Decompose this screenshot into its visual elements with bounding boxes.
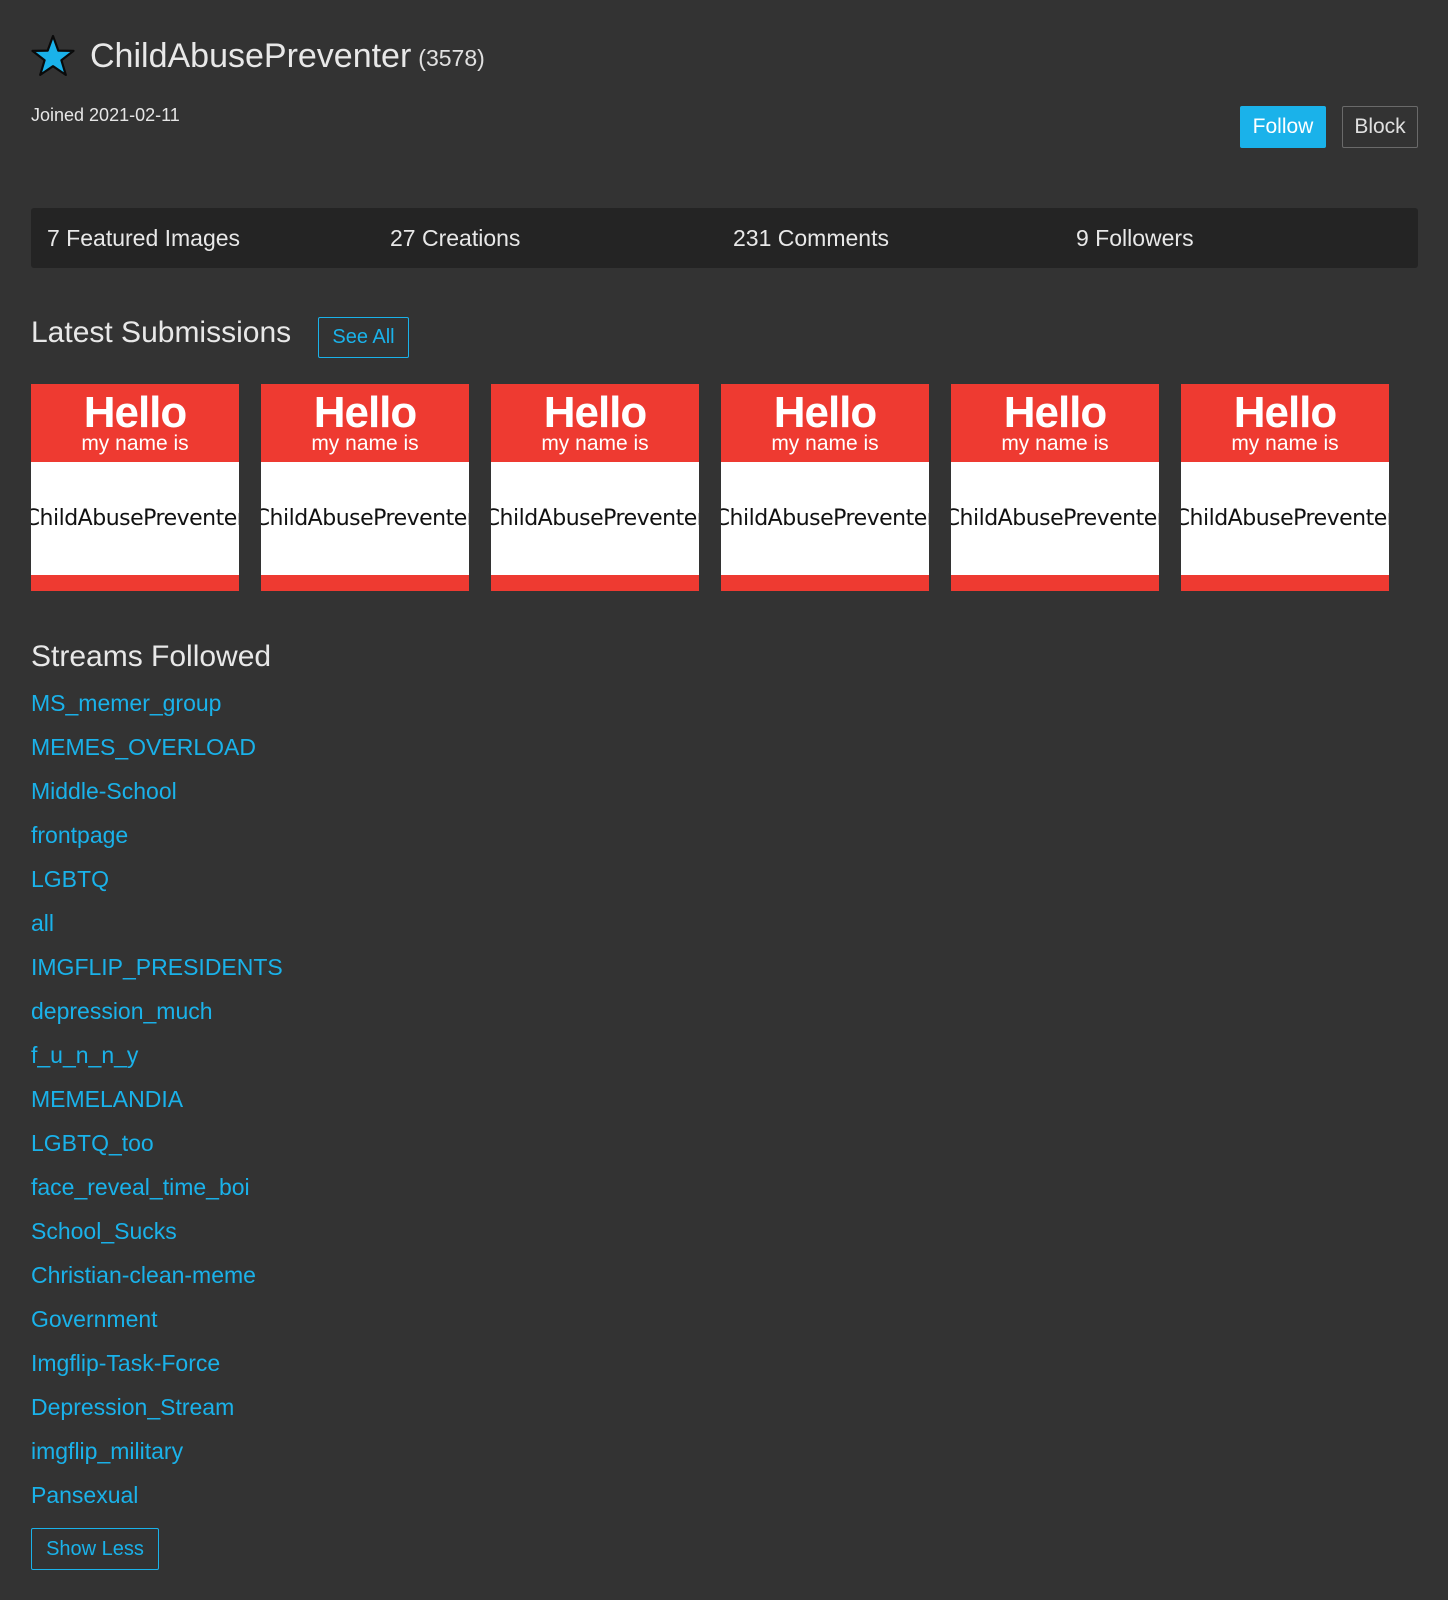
stream-link[interactable]: MEMELANDIA xyxy=(31,1086,183,1112)
stream-link[interactable]: Imgflip-Task-Force xyxy=(31,1350,220,1376)
submission-thumbnail[interactable]: Hello my name is ChildAbusePreventer xyxy=(261,384,469,591)
list-item: frontpage xyxy=(31,820,283,864)
block-button[interactable]: Block xyxy=(1342,106,1418,148)
tag-subtitle-text: my name is xyxy=(1001,432,1109,455)
stat-comments[interactable]: 231 Comments xyxy=(717,225,1060,252)
tag-name-text: ChildAbusePreventer xyxy=(1181,506,1389,531)
tag-footer-band xyxy=(491,575,699,591)
stat-followers[interactable]: 9 Followers xyxy=(1060,225,1403,252)
stream-link[interactable]: LGBTQ xyxy=(31,866,109,892)
star-icon xyxy=(31,34,75,77)
list-item: Pansexual xyxy=(31,1480,283,1524)
tag-footer-band xyxy=(261,575,469,591)
stream-link[interactable]: MS_memer_group xyxy=(31,690,221,716)
list-item: depression_much xyxy=(31,996,283,1040)
tag-subtitle-text: my name is xyxy=(81,432,189,455)
stream-link[interactable]: face_reveal_time_boi xyxy=(31,1174,250,1200)
stream-link[interactable]: Pansexual xyxy=(31,1482,138,1508)
tag-footer-band xyxy=(31,575,239,591)
tag-hello-text: Hello xyxy=(1003,388,1108,437)
list-item: LGBTQ_too xyxy=(31,1128,283,1172)
tag-subtitle-text: my name is xyxy=(541,432,649,455)
list-item: imgflip_military xyxy=(31,1436,283,1480)
stream-link[interactable]: School_Sucks xyxy=(31,1218,177,1244)
list-item: School_Sucks xyxy=(31,1216,283,1260)
list-item: LGBTQ xyxy=(31,864,283,908)
joined-date: Joined 2021-02-11 xyxy=(31,105,180,125)
follow-button[interactable]: Follow xyxy=(1240,106,1326,148)
tag-name-text: ChildAbusePreventer xyxy=(951,506,1159,531)
list-item: Government xyxy=(31,1304,283,1348)
stream-link[interactable]: LGBTQ_too xyxy=(31,1130,154,1156)
tag-subtitle-text: my name is xyxy=(311,432,419,455)
stream-link[interactable]: imgflip_military xyxy=(31,1438,183,1464)
tag-hello-text: Hello xyxy=(773,388,878,437)
tag-hello-text: Hello xyxy=(83,388,188,437)
tag-name-text: ChildAbusePreventer xyxy=(31,506,239,531)
list-item: f_u_n_n_y xyxy=(31,1040,283,1084)
list-item: all xyxy=(31,908,283,952)
stream-link[interactable]: Christian-clean-meme xyxy=(31,1262,256,1288)
latest-submissions-title: Latest Submissions xyxy=(31,316,292,349)
submission-thumbnail[interactable]: Hello my name is ChildAbusePreventer xyxy=(1181,384,1389,591)
tag-name-text: ChildAbusePreventer xyxy=(721,506,929,531)
streams-followed-title: Streams Followed xyxy=(31,640,272,673)
tag-footer-band xyxy=(951,575,1159,591)
stream-link[interactable]: frontpage xyxy=(31,822,128,848)
stat-featured-images[interactable]: 7 Featured Images xyxy=(31,225,374,252)
tag-name-text: ChildAbusePreventer xyxy=(491,506,699,531)
submission-thumbnail[interactable]: Hello my name is ChildAbusePreventer xyxy=(31,384,239,591)
list-item: IMGFLIP_PRESIDENTS xyxy=(31,952,283,996)
tag-subtitle-text: my name is xyxy=(771,432,879,455)
submission-thumbnail[interactable]: Hello my name is ChildAbusePreventer xyxy=(721,384,929,591)
stream-link[interactable]: Middle-School xyxy=(31,778,177,804)
list-item: MEMES_OVERLOAD xyxy=(31,732,283,776)
tag-hello-text: Hello xyxy=(543,388,648,437)
show-less-button[interactable]: Show Less xyxy=(31,1528,159,1570)
stream-link[interactable]: MEMES_OVERLOAD xyxy=(31,734,256,760)
list-item: Middle-School xyxy=(31,776,283,820)
stream-link[interactable]: all xyxy=(31,910,54,936)
tag-footer-band xyxy=(1181,575,1389,591)
see-all-button[interactable]: See All xyxy=(318,317,409,358)
profile-username: ChildAbusePreventer xyxy=(90,36,412,75)
list-item: Depression_Stream xyxy=(31,1392,283,1436)
stream-link[interactable]: IMGFLIP_PRESIDENTS xyxy=(31,954,283,980)
list-item: MS_memer_group xyxy=(31,688,283,732)
stream-link[interactable]: f_u_n_n_y xyxy=(31,1042,138,1068)
submissions-grid: Hello my name is ChildAbusePreventer Hel… xyxy=(31,384,1389,591)
profile-rank: (3578) xyxy=(418,44,485,71)
streams-list: MS_memer_group MEMES_OVERLOAD Middle-Sch… xyxy=(31,688,283,1524)
stats-bar: 7 Featured Images 27 Creations 231 Comme… xyxy=(31,208,1418,268)
list-item: Christian-clean-meme xyxy=(31,1260,283,1304)
stat-creations[interactable]: 27 Creations xyxy=(374,225,717,252)
tag-footer-band xyxy=(721,575,929,591)
tag-hello-text: Hello xyxy=(1233,388,1338,437)
profile-header: ChildAbusePreventer (3578) xyxy=(31,26,485,86)
tag-name-text: ChildAbusePreventer xyxy=(261,506,469,531)
stream-link[interactable]: depression_much xyxy=(31,998,213,1024)
list-item: Imgflip-Task-Force xyxy=(31,1348,283,1392)
list-item: MEMELANDIA xyxy=(31,1084,283,1128)
list-item: face_reveal_time_boi xyxy=(31,1172,283,1216)
tag-hello-text: Hello xyxy=(313,388,418,437)
stream-link[interactable]: Government xyxy=(31,1306,158,1332)
stream-link[interactable]: Depression_Stream xyxy=(31,1394,234,1420)
tag-subtitle-text: my name is xyxy=(1231,432,1339,455)
submission-thumbnail[interactable]: Hello my name is ChildAbusePreventer xyxy=(951,384,1159,591)
submission-thumbnail[interactable]: Hello my name is ChildAbusePreventer xyxy=(491,384,699,591)
